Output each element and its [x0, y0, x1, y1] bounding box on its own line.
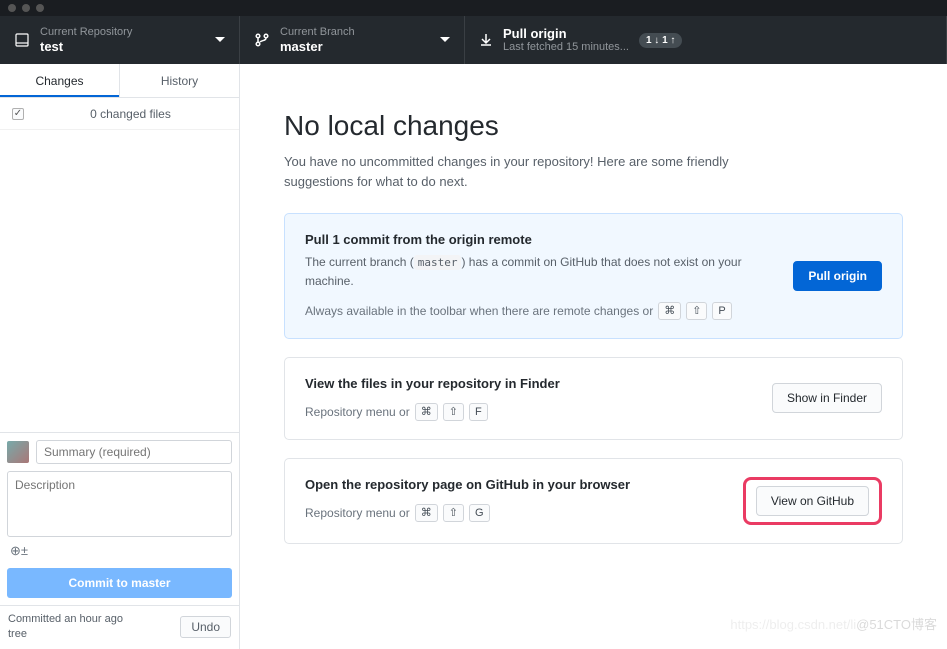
traffic-zoom[interactable]	[36, 4, 44, 12]
changed-files-header: 0 changed files	[0, 98, 239, 130]
commit-button-branch: master	[131, 576, 170, 590]
changed-files-count: 0 changed files	[34, 107, 227, 121]
show-in-finder-button[interactable]: Show in Finder	[772, 383, 882, 413]
branch-icon	[254, 32, 270, 48]
card-hint: Always available in the toolbar when the…	[305, 302, 777, 320]
tab-changes[interactable]: Changes	[0, 64, 120, 97]
key-letter: F	[469, 403, 488, 421]
suggestion-finder: View the files in your repository in Fin…	[284, 357, 903, 440]
traffic-close[interactable]	[8, 4, 16, 12]
repo-label: Current Repository	[40, 26, 132, 39]
key-shift: ⇧	[443, 504, 464, 522]
last-commit-when: Committed an hour ago	[8, 612, 123, 626]
page-title: No local changes	[284, 110, 903, 142]
card-title: View the files in your repository in Fin…	[305, 376, 756, 391]
suggestion-github: Open the repository page on GitHub in yo…	[284, 458, 903, 544]
pull-origin-action-button[interactable]: Pull origin	[793, 261, 882, 291]
traffic-minimize[interactable]	[22, 4, 30, 12]
tab-history[interactable]: History	[120, 64, 239, 97]
avatar	[7, 441, 29, 463]
key-letter: G	[469, 504, 490, 522]
key-cmd: ⌘	[415, 403, 438, 421]
top-toolbar: Current Repository test Current Branch m…	[0, 16, 947, 64]
branch-label: Current Branch	[280, 26, 355, 39]
last-commit-bar: Committed an hour ago tree Undo	[0, 605, 239, 649]
card-title: Open the repository page on GitHub in yo…	[305, 477, 727, 492]
commit-summary-input[interactable]	[36, 440, 232, 464]
pull-label: Pull origin	[503, 26, 629, 42]
add-coauthors-icon[interactable]: ⊕±	[0, 537, 239, 561]
card-hint: Repository menu or ⌘ ⇧ F	[305, 403, 756, 421]
repo-icon	[14, 32, 30, 48]
highlight-annotation: View on GitHub	[743, 477, 882, 525]
chevron-down-icon	[440, 37, 450, 43]
sidebar-tabs: Changes History	[0, 64, 239, 98]
download-icon	[479, 33, 493, 47]
commit-button-prefix: Commit to	[68, 576, 131, 590]
main-area: No local changes You have no uncommitted…	[240, 64, 947, 649]
page-lead: You have no uncommitted changes in your …	[284, 152, 794, 191]
branch-selector[interactable]: Current Branch master	[240, 16, 465, 64]
card-desc: The current branch (master) has a commit…	[305, 253, 777, 290]
suggestion-pull: Pull 1 commit from the origin remote The…	[284, 213, 903, 339]
pull-origin-button[interactable]: Pull origin Last fetched 15 minutes... 1…	[465, 16, 947, 64]
commit-form: ⊕± Commit to master	[0, 432, 239, 605]
view-on-github-button[interactable]: View on GitHub	[756, 486, 869, 516]
key-cmd: ⌘	[415, 504, 438, 522]
commit-button[interactable]: Commit to master	[7, 568, 232, 598]
repo-value: test	[40, 39, 132, 55]
sidebar: Changes History 0 changed files ⊕± Commi…	[0, 64, 240, 649]
last-commit-msg: tree	[8, 627, 123, 641]
select-all-checkbox[interactable]	[12, 108, 24, 120]
pull-badge: 1 ↓ 1 ↑	[639, 33, 682, 48]
repo-selector[interactable]: Current Repository test	[0, 16, 240, 64]
key-shift: ⇧	[443, 403, 464, 421]
commit-description-input[interactable]	[7, 471, 232, 537]
card-title: Pull 1 commit from the origin remote	[305, 232, 777, 247]
key-cmd: ⌘	[658, 302, 681, 320]
undo-button[interactable]: Undo	[180, 616, 231, 638]
branch-value: master	[280, 39, 355, 55]
chevron-down-icon	[215, 37, 225, 43]
card-hint: Repository menu or ⌘ ⇧ G	[305, 504, 727, 522]
pull-sub: Last fetched 15 minutes...	[503, 41, 629, 54]
key-letter: P	[712, 302, 731, 320]
window-titlebar	[0, 0, 947, 16]
key-shift: ⇧	[686, 302, 707, 320]
